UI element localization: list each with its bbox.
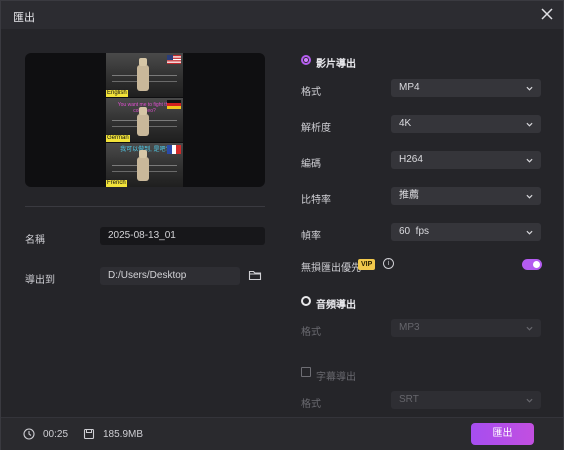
audio-export-title: 音頻導出 — [316, 300, 356, 311]
chevron-down-icon — [526, 398, 533, 403]
subtitle-format-value: SRT — [399, 394, 419, 405]
subtitle-format-select: SRT — [391, 391, 541, 409]
audio-format-label: 格式 — [301, 327, 321, 338]
framerate-select[interactable]: 60 fps — [391, 223, 541, 241]
preview-caption-english: English — [106, 90, 128, 97]
export-path-input[interactable]: D:/Users/Desktop — [100, 267, 240, 285]
file-size-text: 185.9MB — [103, 429, 144, 440]
folder-icon[interactable] — [248, 268, 262, 282]
subtitle-export-checkbox[interactable] — [301, 367, 311, 377]
us-flag-icon — [167, 55, 181, 64]
lossless-toggle[interactable] — [522, 259, 542, 270]
name-input[interactable]: 2025-08-13_01 — [100, 227, 265, 245]
clock-icon — [23, 428, 35, 440]
video-export-title: 影片導出 — [316, 59, 356, 70]
encoder-select[interactable]: H264 — [391, 151, 541, 169]
chevron-down-icon — [526, 86, 533, 91]
chevron-down-icon — [526, 194, 533, 199]
audio-format-value: MP3 — [399, 322, 420, 333]
format-label: 格式 — [301, 87, 321, 98]
chevron-down-icon — [526, 158, 533, 163]
format-value: MP4 — [399, 82, 420, 93]
french-flag-icon — [167, 145, 181, 154]
subtitle-export-title: 字幕導出 — [316, 372, 356, 383]
export-button[interactable]: 匯出 — [471, 423, 534, 445]
resolution-select[interactable]: 4K — [391, 115, 541, 133]
name-label: 名稱 — [25, 235, 45, 246]
export-to-label: 導出到 — [25, 275, 55, 286]
lossless-label: 無損匯出優先 — [301, 263, 361, 274]
info-icon[interactable]: i — [383, 258, 394, 269]
save-disk-icon — [83, 428, 95, 440]
duration-text: 00:25 — [43, 429, 69, 440]
close-icon[interactable] — [539, 6, 555, 22]
chevron-down-icon — [526, 122, 533, 127]
audio-format-select: MP3 — [391, 319, 541, 337]
divider — [25, 206, 265, 207]
export-dialog: 匯出 English You want me to fight the colo… — [0, 0, 564, 450]
encoder-label: 編碼 — [301, 159, 321, 170]
video-export-radio[interactable] — [301, 55, 311, 65]
title-bar: 匯出 — [1, 1, 563, 29]
chevron-down-icon — [526, 326, 533, 331]
subtitle-format-label: 格式 — [301, 399, 321, 410]
audio-export-radio[interactable] — [301, 296, 311, 306]
vip-badge: VIP — [358, 259, 376, 270]
chevron-down-icon — [526, 230, 533, 235]
bitrate-value: 推薦 — [399, 190, 419, 201]
german-flag-icon — [167, 100, 181, 109]
preview-caption-french: French — [106, 180, 127, 187]
resolution-label: 解析度 — [301, 123, 331, 134]
bitrate-label: 比特率 — [301, 195, 331, 206]
preview-frame-french: 我可以做到, 是吧? French — [106, 143, 183, 187]
video-preview: English You want me to fight the colosse… — [25, 53, 265, 187]
dialog-title: 匯出 — [13, 12, 35, 24]
preview-frame-german: You want me to fight the colosseo? Germa… — [106, 98, 183, 142]
format-select[interactable]: MP4 — [391, 79, 541, 97]
encoder-value: H264 — [399, 154, 423, 165]
framerate-label: 幀率 — [301, 231, 321, 242]
preview-frame-english: English — [106, 53, 183, 97]
bitrate-select[interactable]: 推薦 — [391, 187, 541, 205]
preview-caption-german: German — [106, 135, 130, 142]
framerate-value: 60 fps — [399, 226, 430, 237]
resolution-value: 4K — [399, 118, 412, 129]
